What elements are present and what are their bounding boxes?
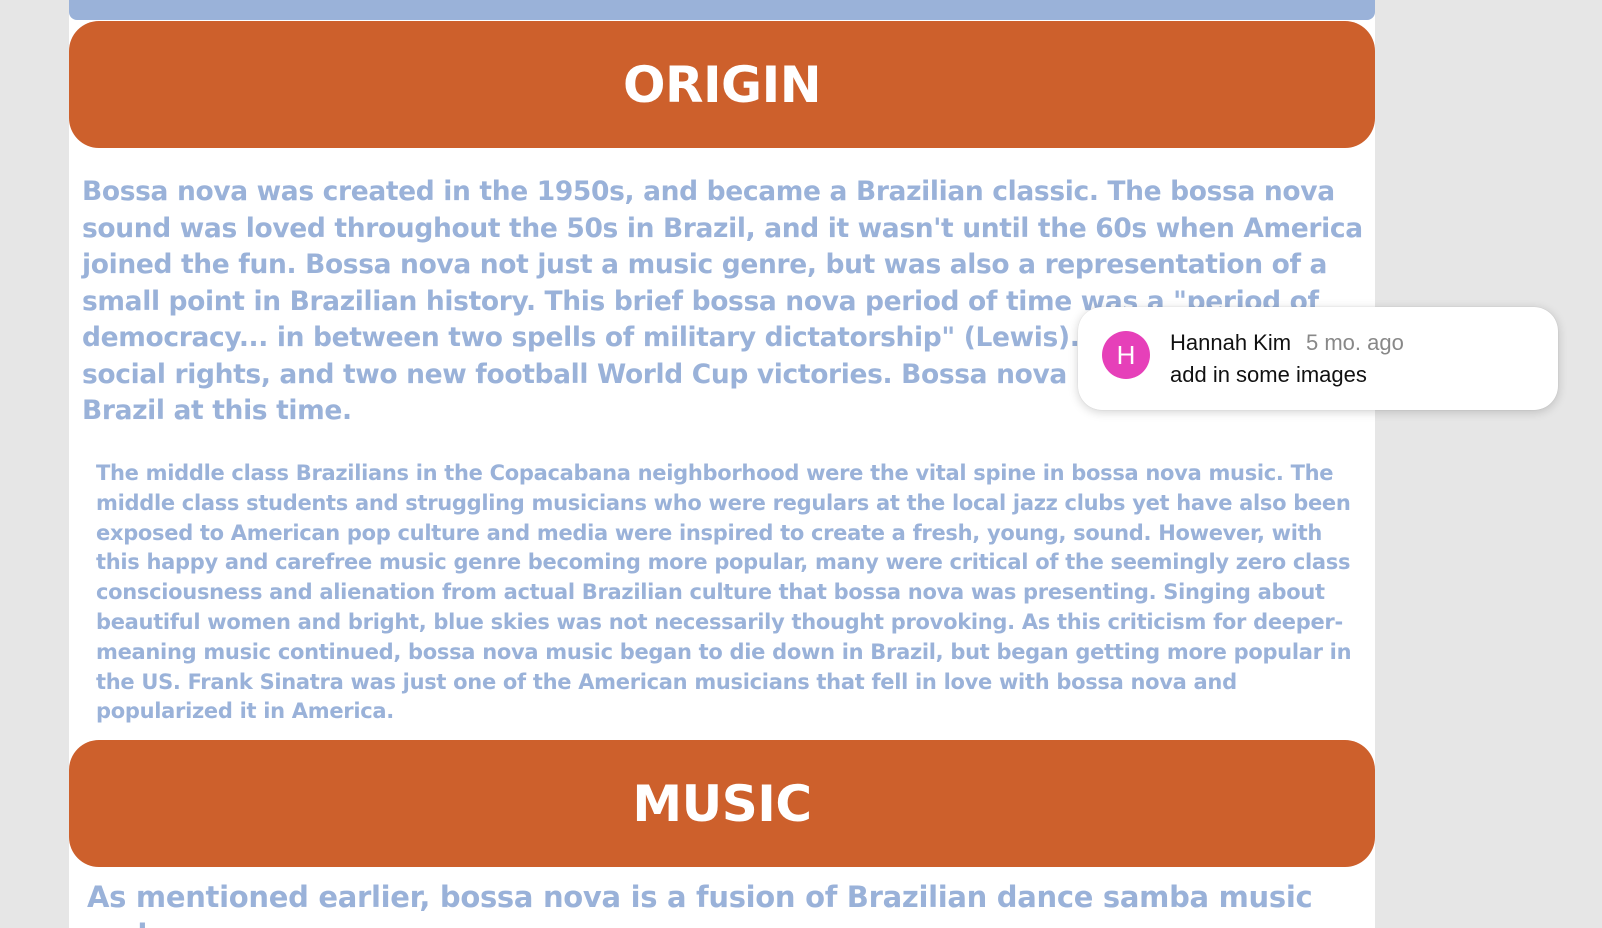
music-paragraph-1: As mentioned earlier, bossa nova is a fu… bbox=[87, 880, 1313, 928]
origin-section-header: ORIGIN bbox=[69, 21, 1375, 148]
comment-timestamp: 5 mo. ago bbox=[1306, 330, 1404, 355]
music-section-header: MUSIC bbox=[69, 740, 1375, 867]
origin-paragraph-2: The middle class Brazilians in the Copac… bbox=[96, 461, 1352, 724]
page-canvas: ORIGIN Bossa nova was created in the 195… bbox=[69, 0, 1375, 928]
top-section-band bbox=[69, 0, 1375, 20]
avatar[interactable]: H bbox=[1102, 331, 1150, 379]
comment-author: Hannah Kim bbox=[1170, 330, 1292, 355]
comment-card[interactable]: H Hannah Kim 5 mo. ago add in some image… bbox=[1078, 307, 1558, 410]
music-heading: MUSIC bbox=[632, 774, 812, 833]
comment-text: add in some images bbox=[1170, 362, 1367, 387]
origin-heading: ORIGIN bbox=[622, 55, 822, 114]
